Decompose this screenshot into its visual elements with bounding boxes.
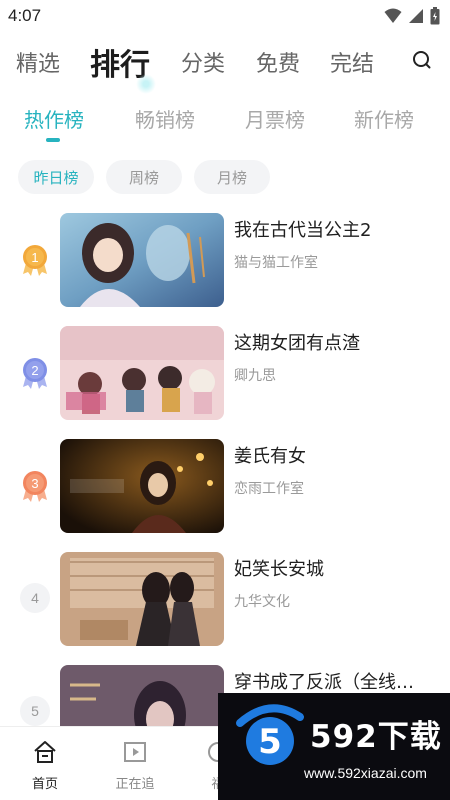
book-title: 妃笑长安城 bbox=[234, 559, 324, 580]
bottom-tab-following[interactable]: 正在追 bbox=[103, 739, 167, 792]
rank-item[interactable]: 1 我在古代当公主2 猫与猫工作室 bbox=[0, 210, 450, 310]
bottom-tab-label: 首页 bbox=[31, 777, 58, 792]
rank-item[interactable]: 2 这期女团有点渣 卿九思 bbox=[0, 323, 450, 423]
svg-text:5: 5 bbox=[258, 722, 282, 762]
book-title: 穿书成了反派（全线… bbox=[234, 672, 414, 693]
pill-monthly[interactable]: 月榜 bbox=[194, 160, 270, 194]
watermark-url: www.592xiazai.com bbox=[304, 765, 427, 781]
status-icons bbox=[384, 7, 440, 25]
book-author: 猫与猫工作室 bbox=[234, 255, 318, 271]
rank-number: 4 bbox=[20, 583, 50, 613]
gold-medal-icon: 1 bbox=[23, 245, 47, 276]
wifi-icon bbox=[384, 8, 402, 23]
book-cover[interactable] bbox=[60, 213, 224, 307]
book-author: 九华文化 bbox=[234, 594, 290, 610]
status-time: 4:07 bbox=[8, 6, 42, 25]
bottom-tab-label: 正在追 bbox=[115, 777, 155, 792]
silver-medal-icon: 2 bbox=[23, 358, 47, 389]
sub-tab-underline bbox=[46, 138, 60, 142]
watermark: 5 592下载 www.592xiazai.com bbox=[218, 693, 450, 800]
pill-yesterday[interactable]: 昨日榜 bbox=[18, 160, 94, 194]
rank-item[interactable]: 3 姜氏有女 恋雨工作室 bbox=[0, 436, 450, 536]
top-nav: 精选 排行 分类 免费 完结 bbox=[0, 36, 450, 94]
status-bar: 4:07 bbox=[0, 0, 450, 32]
book-cover[interactable] bbox=[60, 439, 224, 533]
pill-weekly[interactable]: 周榜 bbox=[106, 160, 182, 194]
ranking-type-tabs: 热作榜 畅销榜 月票榜 新作榜 bbox=[0, 104, 450, 144]
tab-bestseller[interactable]: 畅销榜 bbox=[135, 104, 195, 133]
svg-text:3: 3 bbox=[31, 476, 38, 491]
svg-text:2: 2 bbox=[31, 363, 38, 378]
bronze-medal-icon: 3 bbox=[23, 471, 47, 502]
tab-hot[interactable]: 热作榜 bbox=[24, 104, 84, 133]
rank-item[interactable]: 4 妃笑长安城 九华文化 bbox=[0, 549, 450, 649]
tab-completed[interactable]: 完结 bbox=[330, 46, 374, 78]
search-icon bbox=[413, 51, 431, 69]
signal-icon bbox=[409, 9, 423, 23]
tab-featured[interactable]: 精选 bbox=[16, 46, 60, 78]
book-author: 恋雨工作室 bbox=[234, 481, 304, 497]
book-title: 这期女团有点渣 bbox=[234, 333, 360, 354]
watermark-logo-icon: 5 bbox=[236, 704, 304, 765]
rank-number: 5 bbox=[20, 696, 50, 726]
play-icon bbox=[124, 742, 146, 762]
active-tab-indicator bbox=[136, 74, 156, 94]
watermark-brand: 592下载 bbox=[310, 719, 442, 755]
home-icon bbox=[34, 741, 56, 763]
tab-new[interactable]: 新作榜 bbox=[354, 104, 414, 133]
period-filter: 昨日榜 周榜 月榜 bbox=[0, 160, 450, 196]
book-cover[interactable] bbox=[60, 326, 224, 420]
book-cover[interactable] bbox=[60, 552, 224, 646]
book-title: 姜氏有女 bbox=[234, 446, 306, 467]
battery-icon bbox=[430, 7, 440, 25]
tab-monthly-ticket[interactable]: 月票榜 bbox=[245, 104, 305, 133]
bottom-tab-home[interactable]: 首页 bbox=[13, 739, 77, 792]
book-title: 我在古代当公主2 bbox=[234, 220, 372, 241]
book-author: 卿九思 bbox=[234, 368, 276, 384]
tab-category[interactable]: 分类 bbox=[181, 46, 225, 78]
search-button[interactable] bbox=[410, 48, 434, 72]
tab-free[interactable]: 免费 bbox=[256, 46, 300, 78]
svg-text:1: 1 bbox=[31, 250, 38, 265]
